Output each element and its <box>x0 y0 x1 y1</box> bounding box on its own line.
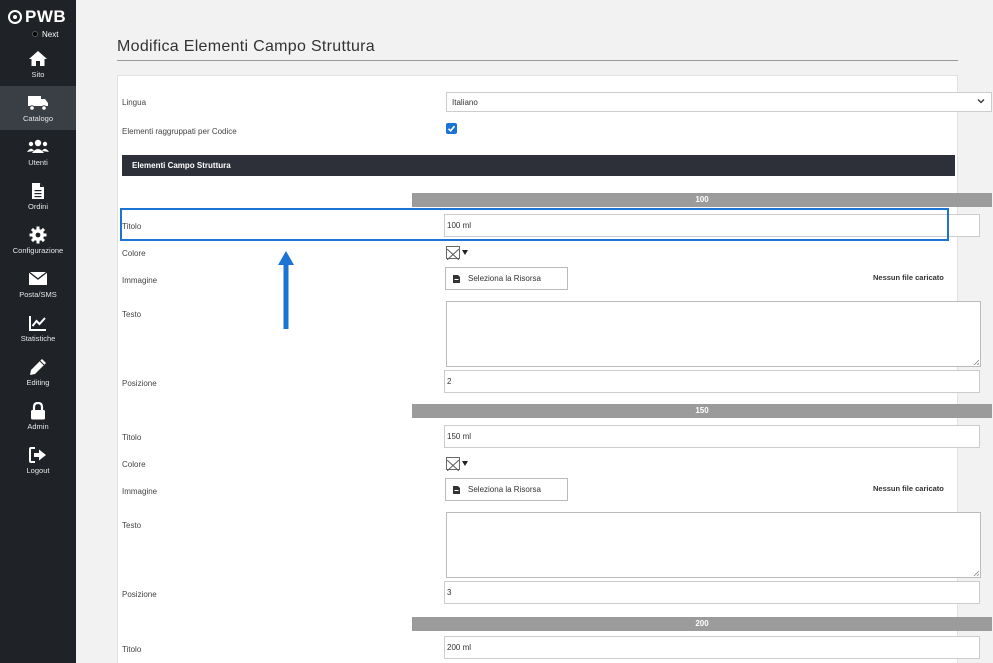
sidebar-item-label: Posta/SMS <box>19 289 57 299</box>
next-label: Next <box>42 29 59 39</box>
testo-label: Testo <box>122 310 142 319</box>
sidebar-item-label: Utenti <box>28 157 48 167</box>
logo-text: PWB <box>25 7 67 26</box>
no-file-status: Nessun file caricato <box>873 273 944 282</box>
color-picker-100[interactable] <box>446 245 470 260</box>
sidebar-item-statistiche[interactable]: Statistiche <box>0 306 76 350</box>
main-content: Modifica Elementi Campo Struttura Lingua… <box>76 0 993 663</box>
titolo-label: Titolo <box>122 645 142 654</box>
sidebar-item-label: Ordini <box>27 201 48 211</box>
select-resource-button-150[interactable]: Seleziona la Risorsa <box>445 478 568 501</box>
sidebar-item-label: Logout <box>26 465 50 475</box>
caret-down-icon <box>462 460 468 466</box>
lock-icon <box>27 401 49 420</box>
sidebar-item-utenti[interactable]: Utenti <box>0 130 76 174</box>
colore-label: Colore <box>122 460 146 469</box>
next-indicator[interactable]: Next <box>0 28 76 40</box>
sidebar-item-sito[interactable]: Sito <box>0 42 76 86</box>
lingua-select-value: Italiano <box>452 98 478 107</box>
sidebar-item-logout[interactable]: Logout <box>0 438 76 482</box>
sidebar-nav: Sito Catalogo Utenti Ordini Configurazio… <box>0 42 76 482</box>
group-header-200: 200 <box>412 617 992 631</box>
sidebar-item-label: Statistiche <box>20 333 56 343</box>
sidebar-item-posta-sms[interactable]: Posta/SMS <box>0 262 76 306</box>
caret-down-icon <box>462 249 468 255</box>
chart-icon <box>27 314 49 332</box>
sidebar-item-editing[interactable]: Editing <box>0 350 76 394</box>
sidebar: PWB Next Sito Catalogo Utenti Ordini Con… <box>0 0 76 663</box>
home-icon <box>27 50 49 68</box>
pencil-icon <box>27 358 49 376</box>
sidebar-item-label: Admin <box>27 421 49 431</box>
document-icon <box>27 182 49 200</box>
sidebar-item-catalogo[interactable]: Catalogo <box>0 86 76 130</box>
resize-handle-icon[interactable] <box>973 359 979 365</box>
sidebar-item-label: Sito <box>31 69 45 79</box>
sidebar-item-configurazione[interactable]: Configurazione <box>0 218 76 262</box>
chevron-down-icon <box>977 99 985 104</box>
logo[interactable]: PWB <box>0 6 76 28</box>
users-icon <box>27 138 49 156</box>
section-header: Elementi Campo Struttura <box>122 155 955 176</box>
lingua-label: Lingua <box>122 98 147 107</box>
posizione-input-100[interactable]: 2 <box>444 370 980 393</box>
select-resource-button-100[interactable]: Seleziona la Risorsa <box>445 267 568 290</box>
form-panel: Lingua Italiano Elementi raggruppati per… <box>117 75 992 663</box>
arrow-up-icon <box>278 251 294 329</box>
group-header-100: 100 <box>412 193 992 207</box>
page-title: Modifica Elementi Campo Struttura <box>117 38 376 55</box>
envelope-icon <box>27 270 49 288</box>
posizione-input-150[interactable]: 3 <box>444 581 980 604</box>
lingua-select[interactable]: Italiano <box>446 92 992 112</box>
raggruppati-checkbox[interactable] <box>446 123 457 134</box>
empty-color-icon <box>446 245 460 260</box>
sidebar-item-admin[interactable]: Admin <box>0 394 76 438</box>
colore-label: Colore <box>122 249 146 258</box>
titolo-input-200[interactable]: 200 ml <box>444 636 980 659</box>
no-file-status: Nessun file caricato <box>873 484 944 493</box>
group-header-150: 150 <box>412 404 992 418</box>
select-resource-label: Seleziona la Risorsa <box>468 274 541 283</box>
toggle-dot-icon <box>32 31 38 37</box>
sidebar-item-label: Editing <box>26 377 50 387</box>
testo-label: Testo <box>122 521 142 530</box>
testo-textarea-100[interactable] <box>446 301 981 367</box>
titolo-label: Titolo <box>122 433 142 442</box>
title-divider <box>117 60 958 61</box>
posizione-label: Posizione <box>122 379 157 388</box>
posizione-label: Posizione <box>122 590 157 599</box>
logo-icon <box>8 10 22 24</box>
resize-handle-icon[interactable] <box>973 570 979 576</box>
immagine-label: Immagine <box>122 276 158 285</box>
titolo-input-150[interactable]: 150 ml <box>444 425 980 448</box>
immagine-label: Immagine <box>122 487 158 496</box>
color-picker-150[interactable] <box>446 456 470 471</box>
sidebar-item-label: Configurazione <box>12 245 64 255</box>
logout-icon <box>27 446 49 464</box>
testo-textarea-150[interactable] <box>446 512 981 578</box>
sidebar-item-label: Catalogo <box>22 113 54 123</box>
check-icon <box>447 125 456 132</box>
file-icon <box>453 274 460 283</box>
select-resource-label: Seleziona la Risorsa <box>468 485 541 494</box>
gear-icon <box>27 226 49 244</box>
truck-icon <box>27 94 49 112</box>
empty-color-icon <box>446 456 460 471</box>
highlight-box <box>120 208 949 241</box>
file-icon <box>453 485 460 494</box>
sidebar-item-ordini[interactable]: Ordini <box>0 174 76 218</box>
raggruppati-label: Elementi raggruppati per Codice <box>122 127 237 136</box>
